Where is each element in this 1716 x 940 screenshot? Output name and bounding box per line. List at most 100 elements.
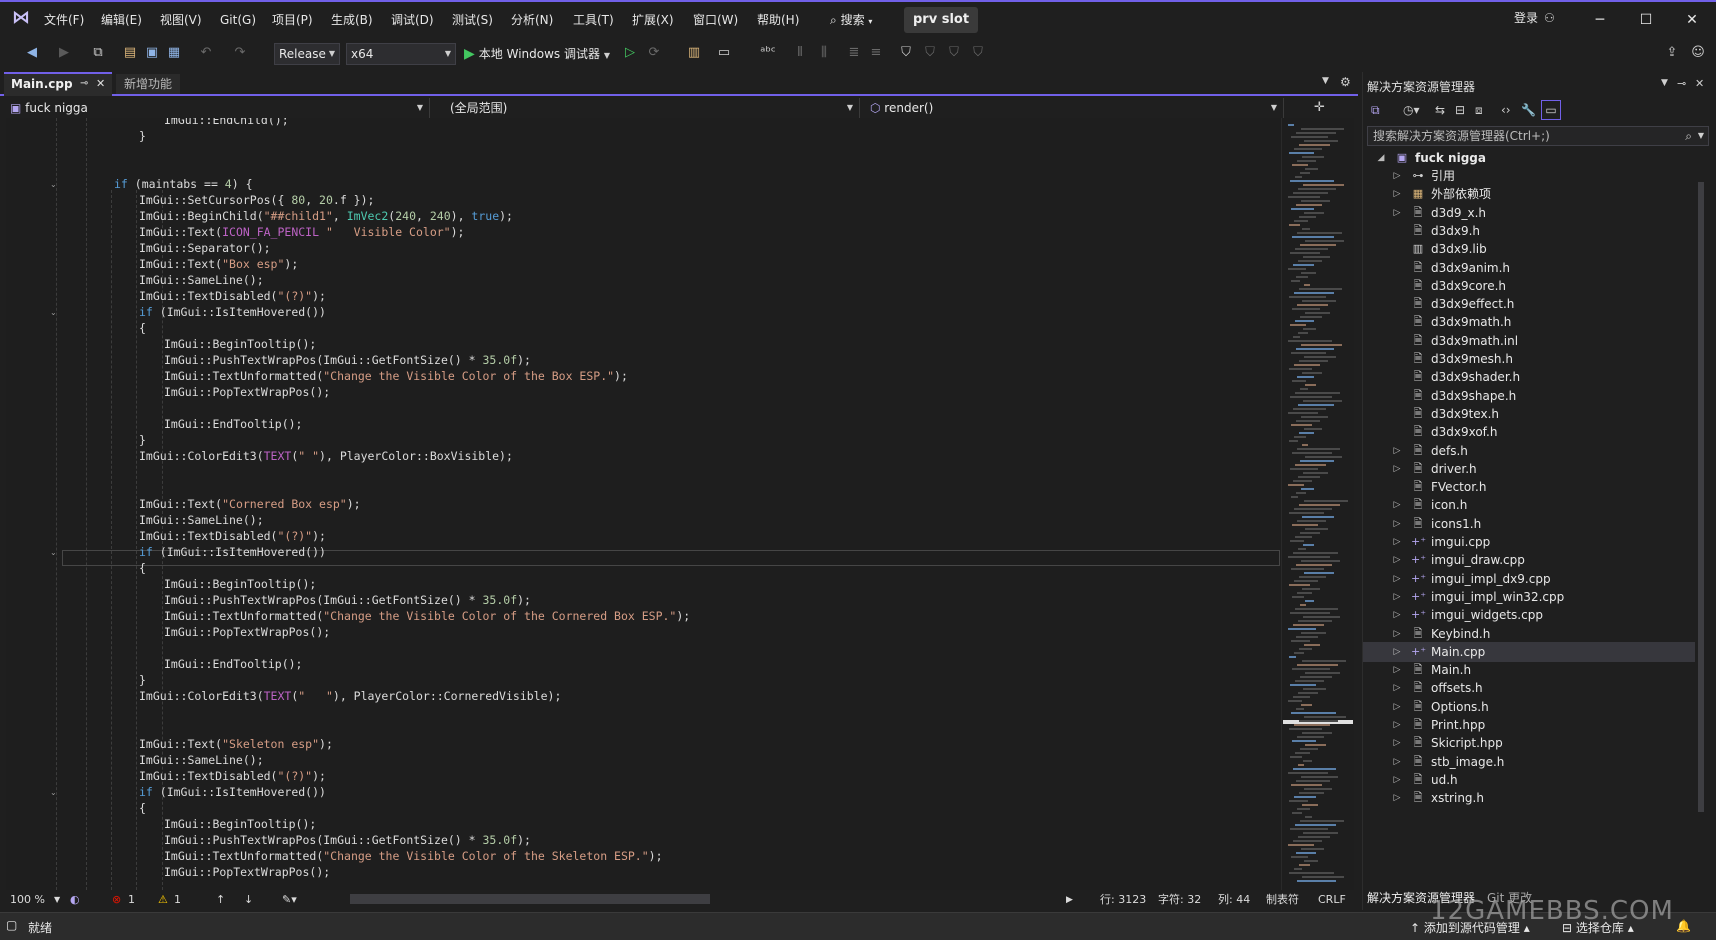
switch-views-icon[interactable]: ⧉ <box>1371 103 1380 118</box>
expand-arrow-icon[interactable]: ▷ <box>1391 495 1403 515</box>
fold-toggle-icon[interactable]: ⌄ <box>50 548 60 557</box>
expand-arrow-icon[interactable]: ▷ <box>1391 788 1403 808</box>
distribute-icon[interactable]: ⫼ <box>816 45 832 61</box>
feedback-icon[interactable]: ☺ <box>1690 45 1706 61</box>
horizontal-scrollbar[interactable] <box>350 894 710 904</box>
tree-item[interactable]: ▷ ▦ 外部依赖项 <box>1363 184 1703 204</box>
column-number[interactable]: 列: 44 <box>1218 892 1250 908</box>
start-without-debugging-icon[interactable]: ▷ <box>622 45 638 61</box>
error-count[interactable]: 1 <box>128 892 135 908</box>
scope-dropdown[interactable]: (全局范围) ▼ <box>434 98 860 118</box>
warning-icon[interactable]: ⚠ <box>158 892 168 908</box>
window-layout-icon[interactable]: ▭ <box>716 45 732 61</box>
expand-arrow-icon[interactable]: ▷ <box>1391 532 1403 552</box>
tab-setting[interactable]: 制表符 <box>1266 892 1299 908</box>
tree-item[interactable]: ▷ 🗎 offsets.h <box>1363 678 1703 698</box>
solution-config-select[interactable]: Release ▼ <box>274 43 340 65</box>
spell-check-icon[interactable]: ᵃᵇᶜ <box>760 45 776 61</box>
start-debugging-button[interactable]: ▶ 本地 Windows 调试器 ▼ <box>464 44 610 64</box>
tree-item[interactable]: ▷ 🗎 Skicript.hpp <box>1363 733 1703 753</box>
expand-arrow-icon[interactable]: ▷ <box>1391 166 1403 186</box>
tree-item[interactable]: ▷ +⁺ Main.cpp <box>1363 641 1703 662</box>
expand-arrow-icon[interactable]: ▷ <box>1391 642 1403 662</box>
tree-item[interactable]: ▥ d3dx9.lib <box>1363 239 1703 259</box>
tree-project-node[interactable]: ◢ ▣ fuck nigga <box>1363 148 1703 168</box>
align-icon[interactable]: ⫴ <box>792 45 808 61</box>
expand-arrow-icon[interactable]: ▷ <box>1391 752 1403 772</box>
redo-icon[interactable]: ↷ <box>232 45 248 61</box>
expand-arrow-icon[interactable]: ▷ <box>1391 550 1403 570</box>
tree-item[interactable]: 🗎 d3dx9xof.h <box>1363 422 1703 442</box>
tree-item[interactable]: ▷ +⁺ imgui_widgets.cpp <box>1363 605 1703 625</box>
tree-item[interactable]: ▷ +⁺ imgui_draw.cpp <box>1363 550 1703 570</box>
expand-arrow-icon[interactable]: ▷ <box>1391 605 1403 625</box>
menu-test[interactable]: 测试(S) <box>452 11 493 29</box>
expand-arrow-icon[interactable]: ▷ <box>1391 678 1403 698</box>
view-code-icon[interactable]: ‹› <box>1501 103 1511 117</box>
output-window-icon[interactable]: ▢ <box>6 918 17 932</box>
tree-item[interactable]: ▷ 🗎 defs.h <box>1363 441 1703 461</box>
expand-arrow-icon[interactable]: ▷ <box>1391 660 1403 680</box>
tree-item[interactable]: ▷ 🗎 icons1.h <box>1363 514 1703 534</box>
tree-item[interactable]: ▷ 🗎 stb_image.h <box>1363 752 1703 772</box>
outdent-icon[interactable]: ≣ <box>846 45 862 61</box>
tree-item[interactable]: ▷ 🗎 Options.h <box>1363 697 1703 717</box>
line-ending[interactable]: CRLF <box>1318 892 1346 908</box>
scroll-right-icon[interactable]: ▶ <box>1066 892 1073 908</box>
tree-item[interactable]: 🗎 d3dx9effect.h <box>1363 294 1703 314</box>
tree-item[interactable]: ▷ 🗎 Keybind.h <box>1363 624 1703 644</box>
tree-item[interactable]: 🗎 d3dx9math.h <box>1363 312 1703 332</box>
warning-count[interactable]: 1 <box>174 892 181 908</box>
expanded-arrow-icon[interactable]: ◢ <box>1375 148 1387 168</box>
tree-item[interactable]: ▷ +⁺ imgui_impl_win32.cpp <box>1363 587 1703 607</box>
next-issue-icon[interactable]: ↓ <box>244 892 253 908</box>
expand-arrow-icon[interactable]: ▷ <box>1391 441 1403 461</box>
new-project-icon[interactable]: ⧉ <box>90 45 106 61</box>
save-icon[interactable]: ▣ <box>144 45 160 61</box>
menu-git[interactable]: Git(G) <box>220 11 256 29</box>
navigate-back-icon[interactable]: ◀ <box>24 45 40 61</box>
login-link[interactable]: 登录 <box>1514 9 1538 26</box>
prev-issue-icon[interactable]: ↑ <box>216 892 225 908</box>
browse-folder-icon[interactable]: ▥ <box>686 45 702 61</box>
navigate-forward-icon[interactable]: ▶ <box>56 45 72 61</box>
tree-item[interactable]: ▷ 🗎 d3d9_x.h <box>1363 203 1703 223</box>
tree-scrollbar[interactable] <box>1695 152 1707 882</box>
char-number[interactable]: 字符: 32 <box>1158 892 1201 908</box>
tree-item[interactable]: 🗎 d3dx9.h <box>1363 221 1703 241</box>
gear-icon[interactable]: ⚙ <box>1340 75 1351 89</box>
clear-bookmarks-icon[interactable]: ⛉ <box>970 45 986 61</box>
save-all-icon[interactable]: ▦ <box>166 45 182 61</box>
expand-arrow-icon[interactable]: ▷ <box>1391 184 1403 204</box>
tree-item[interactable]: ▷ 🗎 Print.hpp <box>1363 715 1703 735</box>
menu-help[interactable]: 帮助(H) <box>757 11 799 29</box>
tree-item[interactable]: 🗎 d3dx9math.inl <box>1363 331 1703 351</box>
expand-arrow-icon[interactable]: ▷ <box>1391 459 1403 479</box>
tab-main-cpp[interactable]: Main.cpp ⊸ ✕ <box>4 72 112 96</box>
bookmark-icon[interactable]: ⛉ <box>898 45 914 61</box>
maximize-button[interactable]: ☐ <box>1626 8 1666 32</box>
tree-item[interactable]: ▷ +⁺ imgui_impl_dx9.cpp <box>1363 569 1703 589</box>
tree-item[interactable]: 🗎 d3dx9core.h <box>1363 276 1703 296</box>
close-icon[interactable]: ✕ <box>96 74 105 94</box>
solution-search-input[interactable]: 搜索解决方案资源管理器(Ctrl+;) ⌕ ▼ <box>1367 126 1709 146</box>
next-bookmark-icon[interactable]: ⛉ <box>946 45 962 61</box>
menu-edit[interactable]: 编辑(E) <box>101 11 142 29</box>
tree-item[interactable]: 🗎 d3dx9shader.h <box>1363 367 1703 387</box>
open-file-icon[interactable]: ▤ <box>122 45 138 61</box>
menu-extensions[interactable]: 扩展(X) <box>632 11 674 29</box>
tree-item[interactable]: ▷ 🗎 driver.h <box>1363 459 1703 479</box>
prev-bookmark-icon[interactable]: ⛉ <box>922 45 938 61</box>
search-button[interactable]: ⌕ 搜索 ▾ <box>830 10 872 30</box>
properties-icon[interactable]: 🔧 <box>1521 103 1536 117</box>
tree-scrollbar-thumb[interactable] <box>1698 182 1704 812</box>
fold-toggle-icon[interactable]: ⌄ <box>50 788 60 797</box>
split-editor-icon[interactable]: ✛ <box>1314 100 1325 115</box>
preview-selected-icon[interactable]: ▭ <box>1541 100 1561 120</box>
undo-icon[interactable]: ↶ <box>198 45 214 61</box>
tree-item[interactable]: 🗎 d3dx9shape.h <box>1363 386 1703 406</box>
menu-view[interactable]: 视图(V) <box>160 11 202 29</box>
tree-item[interactable]: 🗎 FVector.h <box>1363 477 1703 497</box>
visual-studio-logo-icon[interactable]: ⋈ <box>10 8 32 28</box>
expand-arrow-icon[interactable]: ▷ <box>1391 569 1403 589</box>
